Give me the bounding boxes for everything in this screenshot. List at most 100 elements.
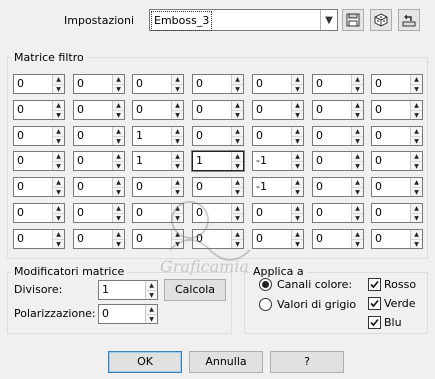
spin-down-icon[interactable]: ▼	[53, 110, 64, 119]
matrix-cell-r7-c6[interactable]: 0 ▲ ▼	[312, 229, 364, 249]
spin-down-icon[interactable]: ▼	[292, 110, 303, 119]
matrix-cell-r5-c3[interactable]: 0 ▲ ▼	[132, 177, 184, 197]
green-checkbox[interactable]	[368, 297, 381, 310]
spin-down-icon[interactable]: ▼	[53, 239, 64, 248]
matrix-cell-r2-c1[interactable]: 0 ▲ ▼	[13, 100, 65, 120]
matrix-cell-r1-c6[interactable]: 0 ▲ ▼	[312, 74, 364, 94]
cancel-button[interactable]: Annulla	[189, 351, 263, 373]
spin-down-icon[interactable]: ▼	[352, 110, 363, 119]
matrix-cell-r3-c2[interactable]: 0 ▲ ▼	[73, 126, 125, 146]
spin-down-icon[interactable]: ▼	[292, 239, 303, 248]
spin-down-icon[interactable]: ▼	[113, 239, 124, 248]
matrix-cell-r3-c5[interactable]: 0 ▲ ▼	[252, 126, 304, 146]
matrix-cell-r5-c2[interactable]: 0 ▲ ▼	[73, 177, 125, 197]
spin-up-icon[interactable]: ▲	[172, 75, 183, 84]
spin-down-icon[interactable]: ▼	[352, 239, 363, 248]
matrix-cell-r6-c5[interactable]: 0 ▲ ▼	[252, 203, 304, 223]
matrix-cell-r7-c1[interactable]: 0 ▲ ▼	[13, 229, 65, 249]
matrix-cell-r4-c6[interactable]: 0 ▲ ▼	[312, 151, 364, 171]
spin-down-icon[interactable]: ▼	[172, 161, 183, 170]
spin-down-icon[interactable]: ▼	[411, 161, 422, 170]
matrix-cell-r3-c7[interactable]: 0 ▲ ▼	[371, 126, 423, 146]
spin-down-icon[interactable]: ▼	[232, 84, 243, 93]
spin-up-icon[interactable]: ▲	[232, 101, 243, 110]
spin-up-icon[interactable]: ▲	[292, 152, 303, 161]
spin-up-icon[interactable]: ▲	[352, 101, 363, 110]
matrix-cell-r6-c6[interactable]: 0 ▲ ▼	[312, 203, 364, 223]
spin-up-icon[interactable]: ▲	[411, 75, 422, 84]
spin-up-icon[interactable]: ▲	[172, 230, 183, 239]
spin-down-icon[interactable]: ▼	[352, 84, 363, 93]
spin-down-icon[interactable]: ▼	[411, 84, 422, 93]
spin-down-icon[interactable]: ▼	[232, 213, 243, 222]
matrix-cell-r5-c4[interactable]: 0 ▲ ▼	[192, 177, 244, 197]
spin-up-icon[interactable]: ▲	[352, 127, 363, 136]
spin-down-icon[interactable]: ▼	[352, 213, 363, 222]
spin-up-icon[interactable]: ▲	[292, 75, 303, 84]
matrix-cell-r4-c1[interactable]: 0 ▲ ▼	[13, 151, 65, 171]
spin-up-icon[interactable]: ▲	[113, 127, 124, 136]
spin-up-icon[interactable]: ▲	[352, 204, 363, 213]
matrix-cell-r2-c5[interactable]: 0 ▲ ▼	[252, 100, 304, 120]
spin-up-icon[interactable]: ▲	[232, 178, 243, 187]
spin-up-icon[interactable]: ▲	[53, 204, 64, 213]
spin-down-icon[interactable]: ▼	[411, 213, 422, 222]
spin-down-icon[interactable]: ▼	[53, 213, 64, 222]
spin-up-icon[interactable]: ▲	[53, 230, 64, 239]
spin-down-icon[interactable]: ▼	[352, 187, 363, 196]
spin-up-icon[interactable]: ▲	[113, 101, 124, 110]
spin-down-icon[interactable]: ▼	[146, 314, 157, 323]
matrix-cell-r6-c4[interactable]: 0 ▲ ▼	[192, 203, 244, 223]
spin-up-icon[interactable]: ▲	[232, 75, 243, 84]
spin-up-icon[interactable]: ▲	[352, 152, 363, 161]
spin-down-icon[interactable]: ▼	[172, 187, 183, 196]
spin-up-icon[interactable]: ▲	[53, 75, 64, 84]
matrix-cell-r7-c4[interactable]: 0 ▲ ▼	[192, 229, 244, 249]
spin-down-icon[interactable]: ▼	[292, 84, 303, 93]
spin-up-icon[interactable]: ▲	[411, 178, 422, 187]
matrix-cell-r1-c7[interactable]: 0 ▲ ▼	[371, 74, 423, 94]
matrix-cell-r1-c2[interactable]: 0 ▲ ▼	[73, 74, 125, 94]
spin-down-icon[interactable]: ▼	[113, 110, 124, 119]
matrix-cell-r1-c1[interactable]: 0 ▲ ▼	[13, 74, 65, 94]
spin-up-icon[interactable]: ▲	[411, 204, 422, 213]
spin-down-icon[interactable]: ▼	[113, 213, 124, 222]
spin-down-icon[interactable]: ▼	[113, 161, 124, 170]
spin-up-icon[interactable]: ▲	[232, 152, 243, 161]
spin-up-icon[interactable]: ▲	[411, 230, 422, 239]
spin-down-icon[interactable]: ▼	[232, 187, 243, 196]
spin-down-icon[interactable]: ▼	[411, 239, 422, 248]
matrix-cell-r3-c3[interactable]: 1 ▲ ▼	[132, 126, 184, 146]
spin-up-icon[interactable]: ▲	[292, 127, 303, 136]
matrix-cell-r3-c1[interactable]: 0 ▲ ▼	[13, 126, 65, 146]
matrix-cell-r1-c4[interactable]: 0 ▲ ▼	[192, 74, 244, 94]
spin-up-icon[interactable]: ▲	[53, 101, 64, 110]
spin-up-icon[interactable]: ▲	[292, 204, 303, 213]
spin-down-icon[interactable]: ▼	[292, 136, 303, 145]
spin-up-icon[interactable]: ▲	[352, 178, 363, 187]
presets-dropdown[interactable]: Emboss_3 ▼	[149, 9, 338, 31]
spin-down-icon[interactable]: ▼	[113, 136, 124, 145]
matrix-cell-r2-c7[interactable]: 0 ▲ ▼	[371, 100, 423, 120]
spin-up-icon[interactable]: ▲	[113, 75, 124, 84]
spin-down-icon[interactable]: ▼	[146, 290, 157, 299]
matrix-cell-r4-c3[interactable]: 1 ▲ ▼	[132, 151, 184, 171]
spin-up-icon[interactable]: ▲	[53, 127, 64, 136]
randomize-button[interactable]	[370, 9, 392, 31]
matrix-cell-r2-c4[interactable]: 0 ▲ ▼	[192, 100, 244, 120]
spin-down-icon[interactable]: ▼	[53, 84, 64, 93]
chevron-down-icon[interactable]: ▼	[320, 10, 337, 30]
matrix-cell-r1-c5[interactable]: 0 ▲ ▼	[252, 74, 304, 94]
matrix-cell-r7-c7[interactable]: 0 ▲ ▼	[371, 229, 423, 249]
matrix-cell-r3-c6[interactable]: 0 ▲ ▼	[312, 126, 364, 146]
spin-up-icon[interactable]: ▲	[411, 152, 422, 161]
matrix-cell-r4-c2[interactable]: 0 ▲ ▼	[73, 151, 125, 171]
spin-down-icon[interactable]: ▼	[411, 110, 422, 119]
spin-down-icon[interactable]: ▼	[53, 187, 64, 196]
ok-button[interactable]: OK	[108, 351, 182, 373]
spin-up-icon[interactable]: ▲	[146, 305, 157, 314]
matrix-cell-r7-c3[interactable]: 0 ▲ ▼	[132, 229, 184, 249]
spin-down-icon[interactable]: ▼	[232, 161, 243, 170]
grey-values-radio[interactable]	[259, 298, 272, 311]
matrix-cell-r4-c7[interactable]: 0 ▲ ▼	[371, 151, 423, 171]
